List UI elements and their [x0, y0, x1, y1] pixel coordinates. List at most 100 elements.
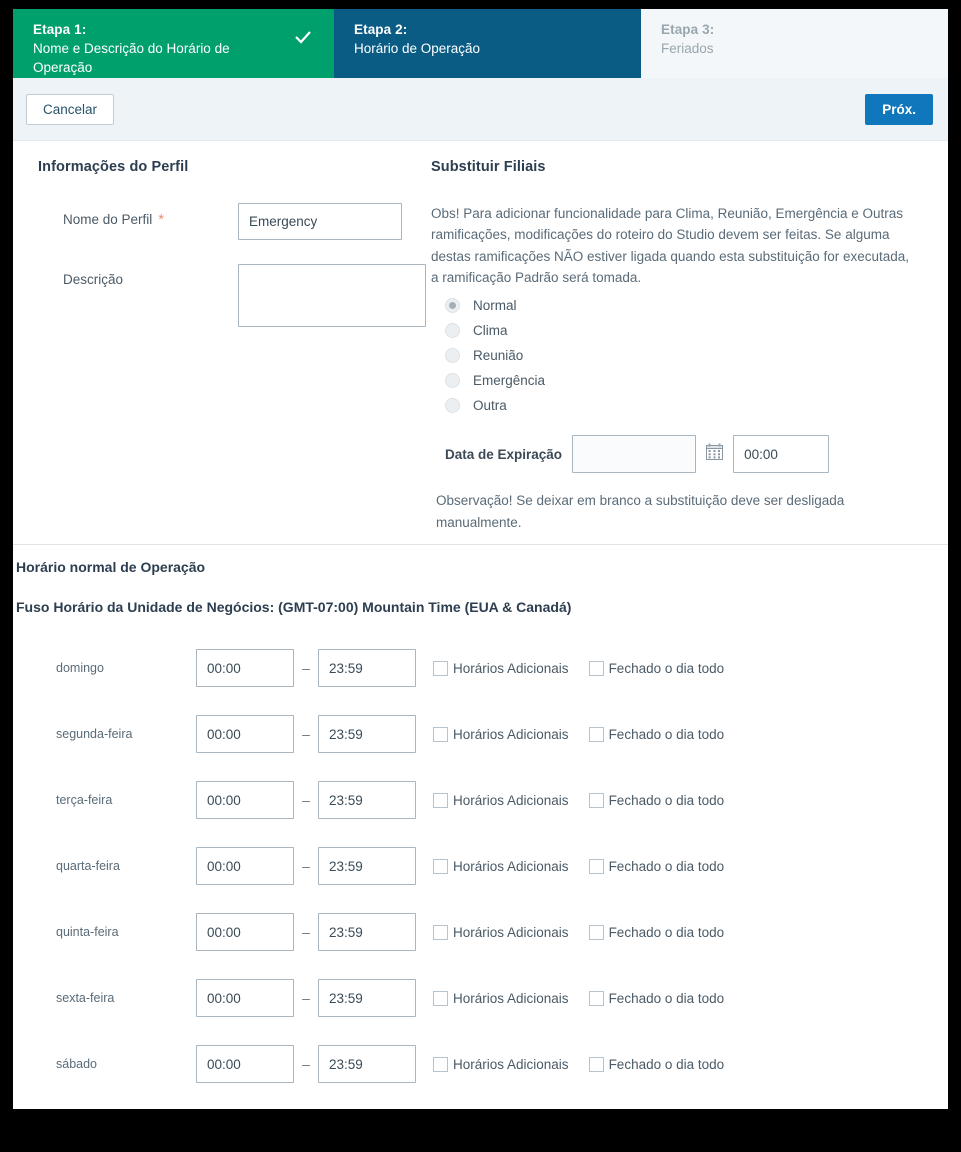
closed-all-day-label: Fechado o dia todo — [608, 660, 725, 676]
profile-description-label: Descrição — [63, 272, 124, 287]
start-time-input-wednesday[interactable] — [196, 847, 294, 885]
closed-all-day-label: Fechado o dia todo — [608, 1056, 725, 1072]
additional-hours-checkbox-friday[interactable]: Horários Adicionais — [433, 990, 569, 1006]
radio-reuniao-icon[interactable] — [445, 348, 460, 364]
checkbox-icon[interactable] — [588, 726, 604, 742]
time-range-dash: – — [302, 924, 310, 940]
additional-hours-label: Horários Adicionais — [453, 1056, 569, 1072]
radio-outra-icon[interactable] — [445, 398, 460, 414]
checkbox-icon[interactable] — [588, 1056, 604, 1072]
day-label-sunday: domingo — [56, 661, 104, 675]
wizard-step-3-label: Feriados — [661, 41, 714, 57]
end-time-input-wednesday[interactable] — [318, 847, 416, 885]
closed-all-day-checkbox-friday[interactable]: Fechado o dia todo — [588, 990, 724, 1006]
profile-name-input[interactable] — [238, 203, 402, 240]
closed-all-day-label: Fechado o dia todo — [608, 792, 725, 808]
wizard-step-tabs: Etapa 1: Nome e Descrição do Horário de … — [13, 9, 948, 78]
expiration-time-input[interactable] — [733, 435, 830, 474]
table-row: quarta-feira – Horários Adicionais Fecha… — [16, 833, 948, 899]
additional-hours-label: Horários Adicionais — [453, 660, 569, 676]
checkbox-icon[interactable] — [588, 990, 604, 1006]
additional-hours-checkbox-tuesday[interactable]: Horários Adicionais — [433, 792, 569, 808]
checkbox-icon[interactable] — [588, 858, 604, 874]
start-time-input-saturday[interactable] — [196, 1045, 294, 1083]
additional-hours-checkbox-thursday[interactable]: Horários Adicionais — [433, 924, 569, 940]
start-time-input-friday[interactable] — [196, 979, 294, 1017]
profile-info-section: Informações do Perfil Nome do Perfil * De… — [13, 141, 426, 544]
additional-hours-checkbox-saturday[interactable]: Horários Adicionais — [433, 1056, 569, 1072]
next-button[interactable]: Próx. — [865, 93, 933, 125]
day-label-monday: segunda-feira — [56, 727, 133, 741]
radio-normal-icon[interactable] — [445, 298, 460, 314]
checkbox-icon[interactable] — [433, 990, 448, 1006]
checkbox-icon[interactable] — [588, 660, 604, 676]
closed-all-day-checkbox-tuesday[interactable]: Fechado o dia todo — [588, 792, 725, 808]
closed-all-day-checkbox-monday[interactable]: Fechado o dia todo — [588, 726, 724, 742]
checkbox-icon[interactable] — [588, 924, 604, 940]
wizard-step-2-text: Etapa 2: Horário de Operação — [354, 20, 641, 58]
override-branches-title: Substituir Filiais — [431, 159, 546, 175]
checkbox-icon[interactable] — [433, 660, 448, 676]
table-row: sábado – Horários Adicionais Fechado o d… — [16, 1031, 948, 1097]
end-time-input-monday[interactable] — [318, 715, 416, 753]
expiration-date-input[interactable] — [572, 435, 697, 474]
profile-description-row: Descrição — [38, 264, 426, 327]
override-option-outra-label: Outra — [473, 398, 507, 414]
normal-hours-section: Horário normal de Operação Fuso Horário … — [13, 545, 948, 1097]
checkbox-icon[interactable] — [433, 1056, 448, 1072]
start-time-input-thursday[interactable] — [196, 913, 294, 951]
closed-all-day-label: Fechado o dia todo — [608, 924, 725, 940]
wizard-step-2[interactable]: Etapa 2: Horário de Operação — [334, 9, 641, 78]
time-range-dash: – — [302, 726, 310, 742]
wizard-step-1-number: Etapa 1: — [33, 22, 87, 37]
additional-hours-checkbox-sunday[interactable]: Horários Adicionais — [433, 660, 569, 676]
override-option-reuniao[interactable]: Reunião — [445, 348, 918, 364]
cancel-button[interactable]: Cancelar — [26, 93, 115, 125]
radio-emergencia-icon[interactable] — [445, 373, 460, 389]
table-row: quinta-feira – Horários Adicionais Fecha… — [16, 899, 948, 965]
day-label-friday: sexta-feira — [56, 991, 115, 1005]
wizard-step-1[interactable]: Etapa 1: Nome e Descrição do Horário de … — [13, 9, 334, 78]
check-icon — [292, 26, 318, 56]
end-time-input-sunday[interactable] — [318, 649, 416, 687]
wizard-step-1-label: Nome e Descrição do Horário de Operação — [33, 41, 230, 76]
additional-hours-checkbox-monday[interactable]: Horários Adicionais — [433, 726, 569, 742]
closed-all-day-checkbox-wednesday[interactable]: Fechado o dia todo — [588, 858, 725, 874]
closed-all-day-label: Fechado o dia todo — [608, 858, 725, 874]
checkbox-icon[interactable] — [588, 792, 604, 808]
radio-clima-icon[interactable] — [445, 323, 460, 339]
override-option-emergencia-label: Emergência — [473, 373, 546, 389]
additional-hours-checkbox-wednesday[interactable]: Horários Adicionais — [433, 858, 569, 874]
override-option-clima[interactable]: Clima — [445, 323, 918, 339]
profile-description-input[interactable] — [238, 264, 426, 327]
override-option-normal-label: Normal — [473, 298, 517, 314]
start-time-input-sunday[interactable] — [196, 649, 294, 687]
expiration-row: Data de Expiração — [445, 435, 918, 474]
start-time-input-tuesday[interactable] — [196, 781, 294, 819]
day-label-tuesday: terça-feira — [56, 793, 113, 807]
additional-hours-label: Horários Adicionais — [453, 726, 569, 742]
end-time-input-tuesday[interactable] — [318, 781, 416, 819]
checkbox-icon[interactable] — [433, 858, 448, 874]
closed-all-day-checkbox-thursday[interactable]: Fechado o dia todo — [588, 924, 725, 940]
override-option-normal[interactable]: Normal — [445, 298, 918, 314]
table-row: terça-feira – Horários Adicionais Fechad… — [16, 767, 948, 833]
start-time-input-monday[interactable] — [196, 715, 294, 753]
wizard-step-3[interactable]: Etapa 3: Feriados — [641, 9, 948, 78]
checkbox-icon[interactable] — [433, 792, 448, 808]
end-time-input-saturday[interactable] — [318, 1045, 416, 1083]
timezone-text: Fuso Horário da Unidade de Negócios: (GM… — [16, 599, 572, 615]
closed-all-day-checkbox-sunday[interactable]: Fechado o dia todo — [588, 660, 725, 676]
wizard-step-3-text: Etapa 3: Feriados — [661, 20, 948, 58]
wizard-toolbar: Cancelar Próx. — [13, 78, 948, 141]
closed-all-day-checkbox-saturday[interactable]: Fechado o dia todo — [588, 1056, 725, 1072]
calendar-icon[interactable] — [706, 443, 724, 465]
end-time-input-friday[interactable] — [318, 979, 416, 1017]
checkbox-icon[interactable] — [433, 924, 448, 940]
checkbox-icon[interactable] — [433, 726, 448, 742]
override-option-outra[interactable]: Outra — [445, 398, 918, 414]
override-option-emergencia[interactable]: Emergência — [445, 373, 918, 389]
table-row: domingo – Horários Adicionais Fechado o … — [16, 635, 948, 701]
additional-hours-label: Horários Adicionais — [453, 990, 569, 1006]
end-time-input-thursday[interactable] — [318, 913, 416, 951]
